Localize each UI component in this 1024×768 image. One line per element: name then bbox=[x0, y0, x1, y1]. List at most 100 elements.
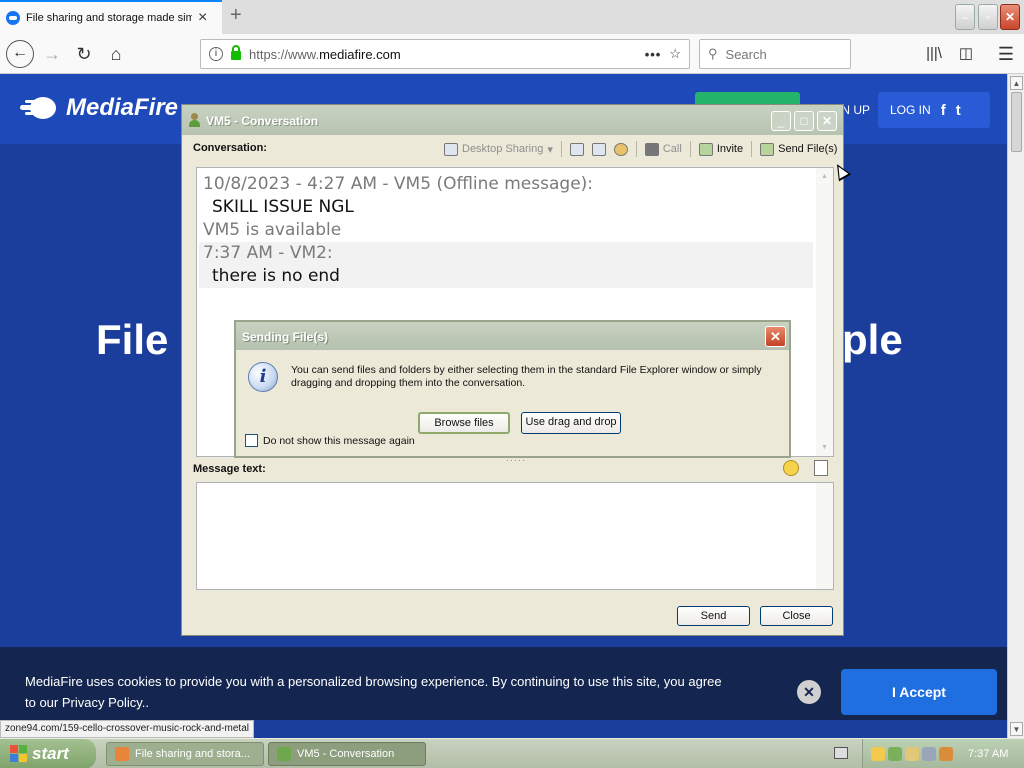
message-scrollbar[interactable] bbox=[816, 483, 833, 589]
facebook-icon[interactable]: f bbox=[941, 102, 946, 119]
notes-icon[interactable] bbox=[569, 142, 584, 156]
status-link-preview: zone94.com/159-cello-crossover-music-roc… bbox=[0, 720, 254, 738]
search-tray-icon[interactable] bbox=[939, 747, 953, 761]
browser-tab[interactable]: File sharing and storage made simple × bbox=[0, 0, 222, 34]
desktop-sharing-label: Desktop Sharing bbox=[462, 143, 544, 155]
conversation-label: Conversation: bbox=[193, 142, 267, 154]
page-actions-icon[interactable]: ••• bbox=[645, 47, 662, 62]
send-button[interactable]: Send bbox=[677, 606, 750, 626]
activities-icon[interactable] bbox=[613, 142, 628, 156]
folder-tray-icon[interactable] bbox=[905, 747, 919, 761]
history-line: 10/8/2023 - 4:27 AM - VM5 (Offline messa… bbox=[203, 174, 594, 194]
reload-icon[interactable]: ↻ bbox=[72, 42, 96, 66]
call-button[interactable]: Call bbox=[644, 142, 682, 156]
home-icon[interactable]: ⌂ bbox=[104, 42, 128, 66]
send-files-label: Send File(s) bbox=[778, 143, 838, 155]
taskbar-item-conversation[interactable]: VM5 - Conversation bbox=[268, 742, 426, 766]
monitor-tray-icon[interactable] bbox=[922, 747, 936, 761]
history-line: VM5 is available bbox=[203, 220, 342, 240]
search-placeholder: Search bbox=[725, 46, 767, 62]
firefox-icon bbox=[115, 747, 129, 761]
desktop-sharing-button[interactable]: Desktop Sharing ▾ bbox=[444, 142, 553, 156]
invite-people-icon bbox=[698, 142, 713, 156]
message-text-label: Message text: bbox=[193, 463, 266, 475]
taskbar-item-label: VM5 - Conversation bbox=[297, 748, 395, 760]
dialog-titlebar[interactable]: Sending File(s) ✕ bbox=[236, 322, 789, 350]
buddy-icon bbox=[277, 747, 291, 761]
cookie-text: MediaFire uses cookies to provide you wi… bbox=[25, 674, 722, 710]
back-arrow-icon[interactable]: ← bbox=[6, 40, 34, 68]
window-maximize-button[interactable]: ▫ bbox=[978, 4, 998, 30]
taskbar-item-label: File sharing and stora... bbox=[135, 748, 250, 760]
conversation-window-title: VM5 - Conversation bbox=[206, 114, 319, 128]
close-tab-icon[interactable]: × bbox=[198, 10, 207, 26]
sidebar-toggle-icon[interactable]: ◫ bbox=[954, 42, 978, 66]
dialog-message: You can send files and folders by either… bbox=[291, 364, 762, 389]
site-info-icon[interactable]: i bbox=[209, 47, 223, 61]
history-line: there is no end bbox=[212, 266, 340, 286]
conversation-maximize-button[interactable]: □ bbox=[794, 111, 814, 131]
conversation-minimize-button[interactable]: _ bbox=[771, 111, 791, 131]
start-button[interactable]: start bbox=[0, 739, 96, 768]
mediafire-favicon-icon bbox=[6, 11, 20, 25]
send-files-button[interactable]: Send File(s) bbox=[760, 142, 838, 156]
toolbar-separator bbox=[560, 141, 562, 157]
close-cookie-icon[interactable]: ✕ bbox=[797, 680, 821, 704]
history-scrollbar[interactable]: ▲ ▼ bbox=[816, 168, 833, 456]
hamburger-menu-icon[interactable]: ☰ bbox=[994, 42, 1018, 66]
do-not-show-checkbox[interactable]: Do not show this message again bbox=[245, 434, 415, 447]
window-close-button[interactable]: ✕ bbox=[1000, 4, 1020, 30]
scroll-thumb[interactable] bbox=[1011, 92, 1022, 152]
login-button[interactable]: LOG IN bbox=[890, 103, 931, 117]
toolbar-separator bbox=[751, 141, 753, 157]
new-tab-button[interactable]: + bbox=[230, 4, 242, 27]
twitter-icon[interactable]: t bbox=[956, 102, 961, 119]
font-format-icon[interactable] bbox=[814, 460, 828, 476]
info-icon: i bbox=[248, 362, 278, 392]
checkbox-box[interactable] bbox=[245, 434, 258, 447]
scroll-up-icon[interactable]: ▲ bbox=[1010, 76, 1023, 90]
keyboard-icon[interactable] bbox=[834, 747, 848, 759]
contact-card-icon[interactable] bbox=[591, 142, 606, 156]
windows-flag-icon bbox=[10, 745, 28, 763]
invite-button[interactable]: Invite bbox=[698, 142, 743, 156]
window-minimize-button[interactable]: – bbox=[955, 4, 975, 30]
logo-text: MediaFire bbox=[66, 94, 179, 121]
use-drag-and-drop-button[interactable]: Use drag and drop bbox=[521, 412, 621, 434]
conversation-close-button[interactable]: ✕ bbox=[817, 111, 837, 131]
messenger-tray-icon[interactable] bbox=[871, 747, 885, 761]
start-label: start bbox=[32, 744, 69, 763]
toolbar-separator bbox=[689, 141, 691, 157]
scroll-down-icon[interactable]: ▼ bbox=[818, 441, 831, 454]
bookmark-star-icon[interactable]: ☆ bbox=[669, 46, 681, 62]
search-input[interactable]: ⚲ Search bbox=[699, 39, 851, 69]
browse-files-button[interactable]: Browse files bbox=[418, 412, 510, 434]
chevron-down-icon: ▾ bbox=[547, 143, 553, 156]
desktop-sharing-icon bbox=[444, 142, 458, 156]
camera-icon bbox=[644, 142, 659, 156]
dialog-close-button[interactable]: ✕ bbox=[765, 326, 786, 347]
taskbar-item-firefox[interactable]: File sharing and stora... bbox=[106, 742, 264, 766]
emoticon-icon[interactable] bbox=[783, 460, 799, 476]
message-input[interactable] bbox=[196, 482, 834, 590]
forward-arrow-icon[interactable]: → bbox=[40, 42, 64, 66]
search-icon: ⚲ bbox=[708, 46, 718, 61]
library-icon[interactable]: |||\ bbox=[922, 42, 946, 66]
padlock-icon bbox=[231, 45, 241, 60]
taskbar: start File sharing and stora... VM5 - Co… bbox=[0, 738, 1024, 768]
conversation-titlebar[interactable]: VM5 - Conversation _ □ ✕ bbox=[182, 105, 843, 135]
address-bar[interactable]: i https://www.mediafire.com ••• ☆ bbox=[200, 39, 690, 69]
scroll-down-icon[interactable]: ▼ bbox=[1010, 722, 1023, 736]
cookie-banner: MediaFire uses cookies to provide you wi… bbox=[0, 647, 1007, 720]
network-tray-icon[interactable] bbox=[888, 747, 902, 761]
accept-cookies-button[interactable]: I Accept bbox=[841, 669, 997, 715]
scroll-up-icon[interactable]: ▲ bbox=[818, 170, 831, 183]
send-file-icon bbox=[760, 142, 775, 156]
navigation-toolbar: ← → ↻ ⌂ i https://www.mediafire.com ••• … bbox=[0, 34, 1024, 74]
page-scrollbar[interactable]: ▲ ▼ bbox=[1007, 74, 1024, 738]
hero-heading-left: File bbox=[96, 316, 169, 363]
hero-heading-right: ple bbox=[842, 316, 903, 363]
mediafire-logo[interactable]: MediaFire bbox=[20, 94, 178, 122]
history-line: 7:37 AM - VM2: bbox=[203, 243, 333, 263]
close-button[interactable]: Close bbox=[760, 606, 833, 626]
